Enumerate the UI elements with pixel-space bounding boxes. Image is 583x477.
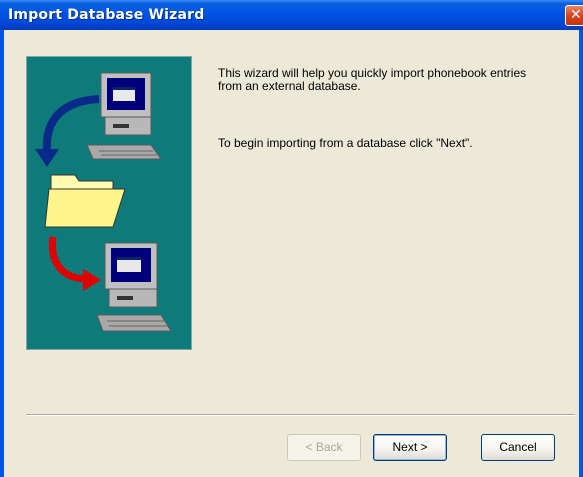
window-frame-right [579,30,583,477]
title-bar[interactable]: Import Database Wizard ✕ [0,0,583,30]
wizard-window: Import Database Wizard ✕ This wizard wil… [0,0,583,477]
computer-icon-top [86,72,162,160]
separator [26,414,575,416]
back-button[interactable]: < Back [287,434,361,461]
cancel-button[interactable]: Cancel [481,434,555,461]
intro-text: This wizard will help you quickly import… [218,66,527,93]
window-frame-left [0,30,4,477]
computer-icon-bottom [96,242,172,332]
window-title: Import Database Wizard [8,7,205,23]
close-icon: ✕ [570,7,582,23]
wizard-illustration [26,56,192,350]
instruction-text: To begin importing from a database click… [218,136,473,150]
close-button[interactable]: ✕ [565,5,583,26]
folder-icon [44,174,126,228]
next-button[interactable]: Next > [373,434,447,461]
